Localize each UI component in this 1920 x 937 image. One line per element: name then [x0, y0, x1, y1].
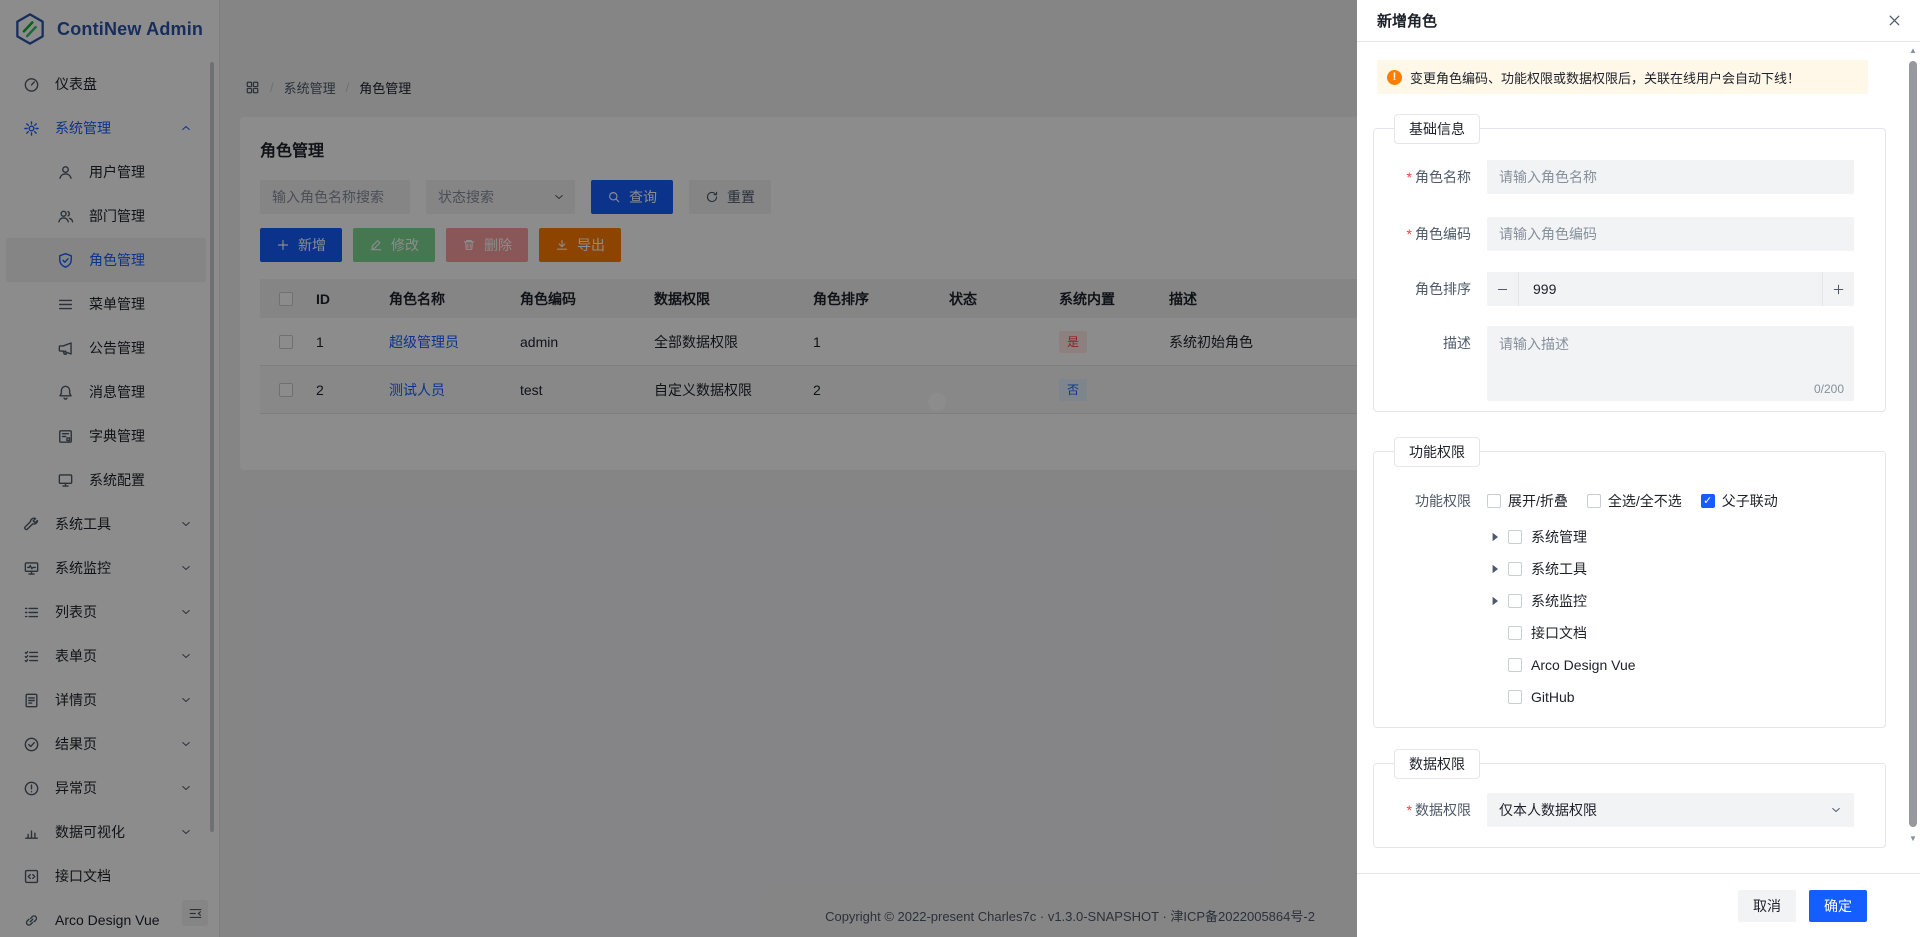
warning-alert-text: 变更角色编码、功能权限或数据权限后，关联在线用户会自动下线！	[1410, 68, 1800, 87]
scroll-down-icon[interactable]: ▼	[1907, 834, 1919, 844]
permission-option[interactable]: 展开/折叠	[1487, 491, 1568, 511]
tree-node[interactable]: GitHub	[1487, 681, 1636, 713]
tree-node[interactable]: 系统监控	[1487, 585, 1636, 617]
basic-info-legend: 基础信息	[1394, 114, 1480, 144]
unchecked-checkbox[interactable]	[1587, 494, 1601, 508]
role-sort-stepper: 999	[1487, 272, 1854, 306]
unchecked-checkbox[interactable]	[1508, 626, 1522, 640]
add-role-drawer: 新增角色 ! 变更角色编码、功能权限或数据权限后，关联在线用户会自动下线！ 基础…	[1357, 0, 1920, 937]
char-counter: 0/200	[1814, 382, 1844, 396]
unchecked-checkbox[interactable]	[1508, 530, 1522, 544]
caret-spacer	[1487, 689, 1503, 705]
role-code-row: 角色编码 请输入角色编码	[1374, 217, 1854, 251]
scrollbar-thumb[interactable]	[1909, 61, 1917, 827]
confirm-button[interactable]: 确定	[1809, 890, 1867, 922]
tree-node-label: 系统管理	[1531, 527, 1587, 547]
role-description-textarea[interactable]: 请输入描述 0/200	[1487, 326, 1854, 401]
tree-node[interactable]: 系统管理	[1487, 521, 1636, 553]
textarea-placeholder: 请输入描述	[1499, 336, 1569, 352]
role-sort-value[interactable]: 999	[1519, 272, 1822, 306]
tree-node-label: 接口文档	[1531, 623, 1587, 643]
permission-option[interactable]: 全选/全不选	[1587, 491, 1682, 511]
caret-right-icon[interactable]	[1487, 529, 1503, 545]
role-sort-row: 角色排序 999	[1374, 272, 1854, 306]
role-sort-label: 角色排序	[1374, 272, 1471, 306]
function-permission-label: 功能权限	[1374, 487, 1471, 515]
caret-spacer	[1487, 657, 1503, 673]
input-placeholder: 请输入角色名称	[1499, 167, 1597, 187]
tree-node-label: GitHub	[1531, 689, 1575, 705]
checked-checkbox[interactable]	[1701, 494, 1715, 508]
scroll-up-icon[interactable]: ▲	[1907, 46, 1919, 56]
option-label: 全选/全不选	[1608, 491, 1682, 511]
option-label: 展开/折叠	[1508, 491, 1568, 511]
unchecked-checkbox[interactable]	[1508, 690, 1522, 704]
role-code-input[interactable]: 请输入角色编码	[1487, 217, 1854, 251]
drawer-scrollbar[interactable]: ▲ ▼	[1907, 44, 1919, 868]
close-icon[interactable]	[1887, 13, 1902, 28]
role-name-label: 角色名称	[1374, 160, 1471, 194]
unchecked-checkbox[interactable]	[1508, 562, 1522, 576]
permission-option[interactable]: 父子联动	[1701, 491, 1778, 511]
function-permission-section: 功能权限 功能权限 展开/折叠全选/全不选父子联动 系统管理系统工具系统监控接口…	[1373, 451, 1886, 728]
increase-button[interactable]	[1822, 272, 1854, 306]
data-scope-value: 仅本人数据权限	[1499, 800, 1597, 820]
unchecked-checkbox[interactable]	[1487, 494, 1501, 508]
role-name-input[interactable]: 请输入角色名称	[1487, 160, 1854, 194]
plus-icon	[1832, 283, 1845, 296]
permission-tree: 系统管理系统工具系统监控接口文档 Arco Design Vue GitHub	[1487, 521, 1636, 713]
caret-spacer	[1487, 625, 1503, 641]
caret-right-icon[interactable]	[1487, 561, 1503, 577]
function-permission-legend: 功能权限	[1394, 437, 1480, 467]
tree-node-label: 系统工具	[1531, 559, 1587, 579]
data-permission-legend: 数据权限	[1394, 749, 1480, 779]
option-label: 父子联动	[1722, 491, 1778, 511]
drawer-header: 新增角色	[1357, 0, 1920, 42]
drawer-footer: 取消 确定	[1357, 873, 1920, 937]
permission-option-group: 展开/折叠 全选/全不选 父子联动	[1487, 487, 1778, 515]
tree-node[interactable]: Arco Design Vue	[1487, 649, 1636, 681]
tree-node[interactable]: 系统工具	[1487, 553, 1636, 585]
tree-node[interactable]: 接口文档	[1487, 617, 1636, 649]
basic-info-section: 基础信息 角色名称 请输入角色名称 角色编码 请输入角色编码 角色排序 999	[1373, 128, 1886, 412]
unchecked-checkbox[interactable]	[1508, 594, 1522, 608]
data-scope-label: 数据权限	[1374, 793, 1471, 827]
data-scope-row: 数据权限 仅本人数据权限	[1374, 793, 1854, 827]
warning-icon: !	[1387, 70, 1402, 85]
app-window: ContiNew Admin 仪表盘系统管理用户管理部门管理角色管理菜单管理公告…	[0, 0, 1920, 937]
data-scope-select[interactable]: 仅本人数据权限	[1487, 793, 1854, 827]
tree-node-label: Arco Design Vue	[1531, 657, 1636, 673]
unchecked-checkbox[interactable]	[1508, 658, 1522, 672]
input-placeholder: 请输入角色编码	[1499, 224, 1597, 244]
tree-node-label: 系统监控	[1531, 591, 1587, 611]
data-permission-section: 数据权限 数据权限 仅本人数据权限	[1373, 763, 1886, 848]
role-code-label: 角色编码	[1374, 217, 1471, 251]
role-description-label: 描述	[1374, 326, 1471, 401]
minus-icon	[1496, 283, 1509, 296]
cancel-button[interactable]: 取消	[1738, 890, 1796, 922]
caret-right-icon[interactable]	[1487, 593, 1503, 609]
role-description-row: 描述 请输入描述 0/200	[1374, 326, 1854, 401]
warning-alert: ! 变更角色编码、功能权限或数据权限后，关联在线用户会自动下线！	[1377, 60, 1868, 94]
chevron-down-icon	[1830, 804, 1842, 816]
decrease-button[interactable]	[1487, 272, 1519, 306]
role-name-row: 角色名称 请输入角色名称	[1374, 160, 1854, 194]
drawer-title: 新增角色	[1377, 10, 1437, 31]
